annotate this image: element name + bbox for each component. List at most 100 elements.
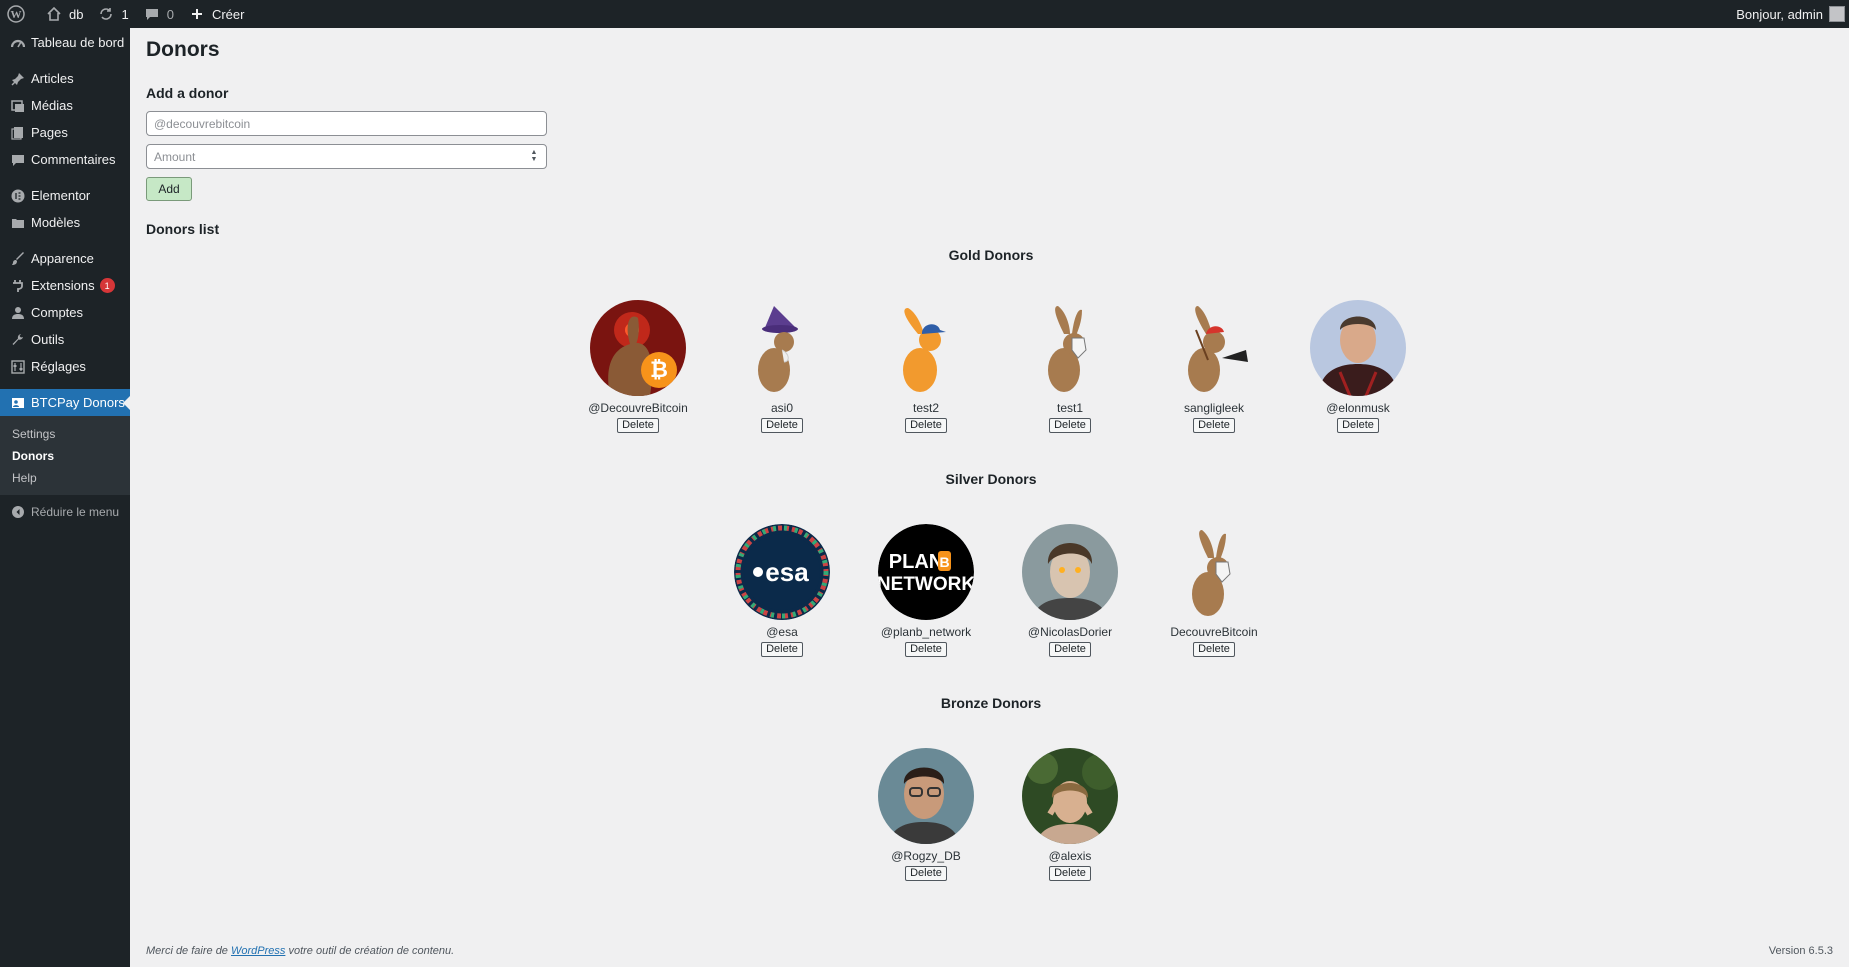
silver-donors-title: Silver Donors bbox=[945, 471, 1037, 487]
new-content-label: Créer bbox=[211, 6, 245, 22]
collapse-menu-button[interactable]: Réduire le menu bbox=[0, 498, 130, 525]
site-name-link[interactable]: db bbox=[38, 0, 90, 28]
comments-link[interactable]: 0 bbox=[136, 0, 181, 28]
sidebar-item-modeles[interactable]: Modèles bbox=[0, 209, 130, 236]
donor-avatar: ₿ bbox=[590, 300, 686, 396]
donor-name: @DecouvreBitcoin bbox=[588, 401, 688, 415]
site-name: db bbox=[69, 6, 84, 22]
delete-donor-button[interactable]: Delete bbox=[617, 418, 659, 433]
submenu-item-help[interactable]: Help bbox=[0, 467, 130, 489]
sidebar-item-comments[interactable]: Commentaires bbox=[0, 146, 130, 173]
donor-avatar: esa bbox=[734, 524, 830, 620]
wordpress-logo-button[interactable]: W bbox=[0, 0, 38, 28]
wordpress-link[interactable]: WordPress bbox=[231, 945, 285, 957]
sidebar-item-medias[interactable]: Médias bbox=[0, 92, 130, 119]
donor-avatar bbox=[734, 300, 830, 396]
pages-icon bbox=[10, 125, 26, 141]
delete-donor-button[interactable]: Delete bbox=[905, 866, 947, 881]
donor-name: @alexis bbox=[1048, 849, 1092, 863]
bronze-donors-title: Bronze Donors bbox=[940, 695, 1042, 711]
donor-avatar bbox=[1022, 524, 1118, 620]
updates-badge: 1 bbox=[99, 278, 115, 293]
sidebar-item-comptes[interactable]: Comptes bbox=[0, 299, 130, 326]
donor-card: asi0 Delete bbox=[717, 300, 847, 433]
new-content-link[interactable]: Créer bbox=[181, 0, 252, 28]
sidebar-item-label: Extensions bbox=[31, 278, 95, 293]
sidebar-item-apparence[interactable]: Apparence bbox=[0, 245, 130, 272]
donor-card: @alexis Delete bbox=[1005, 748, 1135, 881]
sidebar-item-dashboard[interactable]: Tableau de bord bbox=[0, 29, 130, 56]
btcpay-submenu: Settings Donors Help bbox=[0, 416, 130, 495]
sidebar-item-pages[interactable]: Pages bbox=[0, 119, 130, 146]
delete-donor-button[interactable]: Delete bbox=[1193, 642, 1235, 657]
add-donor-heading: Add a donor bbox=[146, 85, 229, 101]
donor-card: @elonmusk Delete bbox=[1293, 300, 1423, 433]
donor-name: @elonmusk bbox=[1326, 401, 1390, 415]
donor-card-icon bbox=[10, 395, 26, 411]
submenu-item-settings[interactable]: Settings bbox=[0, 423, 130, 445]
sidebar-item-elementor[interactable]: Elementor bbox=[0, 182, 130, 209]
pin-icon bbox=[10, 71, 26, 87]
delete-donor-button[interactable]: Delete bbox=[1049, 866, 1091, 881]
updates-count: 1 bbox=[121, 6, 129, 22]
donor-card: @NicolasDorier Delete bbox=[1005, 524, 1135, 657]
sidebar-item-label: Tableau de bord bbox=[31, 35, 125, 50]
delete-donor-button[interactable]: Delete bbox=[1193, 418, 1235, 433]
comment-bubble-icon bbox=[143, 5, 161, 23]
delete-donor-button[interactable]: Delete bbox=[1049, 642, 1091, 657]
delete-donor-button[interactable]: Delete bbox=[1337, 418, 1379, 433]
wordpress-logo-icon: W bbox=[7, 5, 25, 23]
submenu-item-donors[interactable]: Donors bbox=[0, 445, 130, 467]
main-content: Donors Add a donor ▲▼ Add Donors list Go… bbox=[146, 28, 1836, 881]
comment-icon bbox=[10, 152, 26, 168]
my-account[interactable]: Bonjour, admin bbox=[1736, 0, 1849, 28]
updates-link[interactable]: 1 bbox=[90, 0, 135, 28]
footer-thanks-prefix: Merci de faire de bbox=[146, 945, 228, 957]
add-donor-button[interactable]: Add bbox=[146, 177, 192, 201]
svg-text:₿: ₿ bbox=[650, 357, 668, 382]
delete-donor-button[interactable]: Delete bbox=[1049, 418, 1091, 433]
donor-avatar bbox=[878, 748, 974, 844]
admin-bar: W db 1 0 Créer Bonjour, admin bbox=[0, 0, 1849, 28]
donor-avatar bbox=[1166, 300, 1262, 396]
planb-text-line2: NETWORK bbox=[878, 574, 974, 595]
sidebar-item-outils[interactable]: Outils bbox=[0, 326, 130, 353]
donor-avatar bbox=[1022, 748, 1118, 844]
svg-text:W: W bbox=[11, 9, 22, 21]
footer-thanks-suffix: votre outil de création de contenu. bbox=[288, 945, 455, 957]
sidebar-item-articles[interactable]: Articles bbox=[0, 65, 130, 92]
sidebar-item-label: Pages bbox=[31, 125, 68, 140]
collapse-arrow-icon bbox=[10, 504, 26, 520]
donor-card: DecouvreBitcoin Delete bbox=[1149, 524, 1279, 657]
dashboard-icon bbox=[10, 35, 26, 51]
wrench-icon bbox=[10, 332, 26, 348]
brush-icon bbox=[10, 251, 26, 267]
greeting: Bonjour, admin bbox=[1736, 6, 1823, 22]
delete-donor-button[interactable]: Delete bbox=[905, 418, 947, 433]
delete-donor-button[interactable]: Delete bbox=[761, 418, 803, 433]
sidebar-item-reglages[interactable]: Réglages bbox=[0, 353, 130, 380]
donor-card: sangligleek Delete bbox=[1149, 300, 1279, 433]
delete-donor-button[interactable]: Delete bbox=[905, 642, 947, 657]
donor-name: @NicolasDorier bbox=[1027, 625, 1113, 639]
sidebar-item-label: Médias bbox=[31, 98, 73, 113]
donor-name: test1 bbox=[1056, 401, 1083, 415]
donor-name: @Rogzy_DB bbox=[891, 849, 961, 863]
sidebar-item-label: Comptes bbox=[31, 305, 84, 320]
donors-list-heading: Donors list bbox=[146, 221, 220, 237]
donor-avatar: PLAN B NETWORK bbox=[878, 524, 974, 620]
donor-handle-input[interactable] bbox=[146, 111, 547, 136]
donor-avatar bbox=[878, 300, 974, 396]
donor-card: @Rogzy_DB Delete bbox=[861, 748, 991, 881]
sidebar-item-btcpay-donors[interactable]: BTCPay Donors bbox=[0, 389, 130, 416]
footer-thanks: Merci de faire de WordPress votre outil … bbox=[146, 945, 454, 957]
delete-donor-button[interactable]: Delete bbox=[761, 642, 803, 657]
number-spinner[interactable]: ▲ ▼ bbox=[529, 149, 539, 164]
donor-avatar bbox=[1166, 524, 1262, 620]
sidebar-item-label: Outils bbox=[31, 332, 65, 347]
amount-input[interactable] bbox=[146, 144, 547, 169]
donor-name: @esa bbox=[766, 625, 798, 639]
sidebar-item-extensions[interactable]: Extensions 1 bbox=[0, 272, 130, 299]
gold-donors-title: Gold Donors bbox=[948, 247, 1034, 263]
esa-logo-text: esa bbox=[765, 557, 809, 587]
